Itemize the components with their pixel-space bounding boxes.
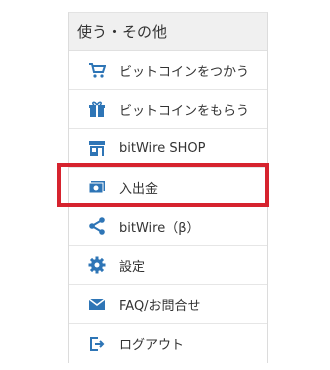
menu-item-label: FAQ/お問合せ (119, 298, 201, 314)
menu-item-deposit-withdraw[interactable]: 入出金 (69, 168, 267, 207)
menu-item-receive-bitcoin[interactable]: ビットコインをもらう (69, 90, 267, 129)
mail-icon (88, 295, 106, 313)
menu-item-settings[interactable]: 設定 (69, 246, 267, 285)
cash-icon (88, 178, 106, 196)
menu-item-label: ログアウト (119, 338, 185, 353)
menu-item-label: ビットコインをつかう (119, 64, 250, 80)
menu-item-label: ビットコインをもらう (119, 103, 250, 119)
menu-item-label: 入出金 (119, 181, 159, 197)
menu-item-use-bitcoin[interactable]: ビットコインをつかう (69, 51, 267, 90)
menu-item-bitwire-beta[interactable]: bitWire（β） (69, 207, 267, 246)
menu-item-shop[interactable]: bitWire SHOP (69, 129, 267, 168)
panel-header: 使う・その他 (69, 13, 267, 51)
logout-icon (88, 335, 106, 353)
cart-icon (88, 61, 106, 79)
gift-icon (88, 100, 106, 118)
share-icon (88, 217, 106, 235)
menu-item-label: 設定 (119, 259, 146, 275)
menu-item-faq-contact[interactable]: FAQ/お問合せ (69, 285, 267, 324)
menu-item-logout[interactable]: ログアウト (69, 324, 267, 363)
side-menu-panel: 使う・その他 ビットコインをつかう ビットコインをもらう bitWire SHO… (68, 12, 268, 363)
menu-item-label: bitWire SHOP (119, 140, 206, 156)
menu-item-label: bitWire（β） (119, 220, 200, 236)
gear-icon (88, 256, 106, 274)
shop-icon (88, 139, 106, 157)
